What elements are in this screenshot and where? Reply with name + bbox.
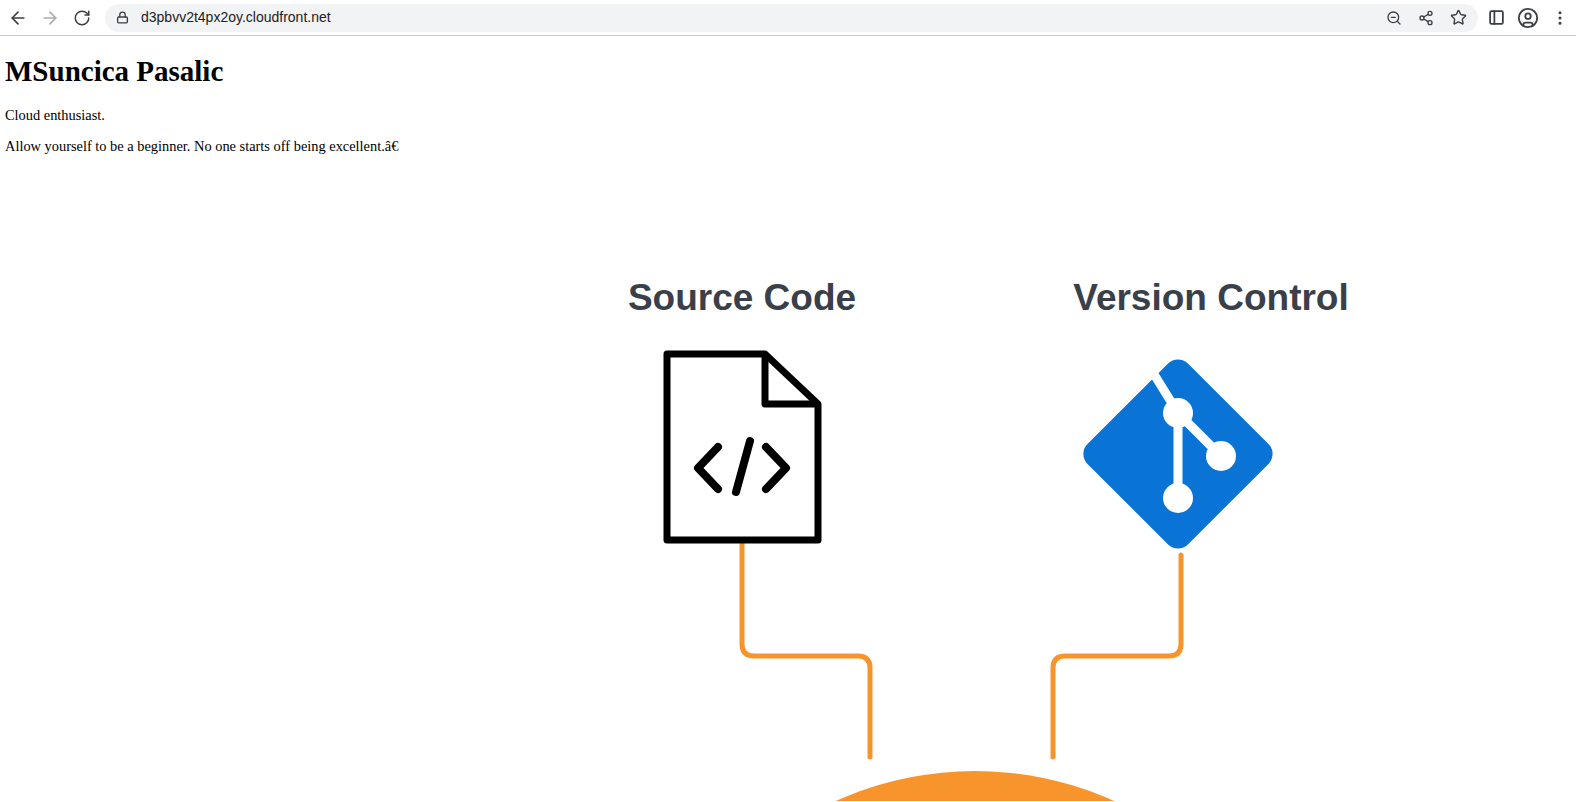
reload-icon: [73, 9, 91, 27]
menu-icon: [1551, 9, 1569, 27]
address-bar[interactable]: d3pbvv2t4px2oy.cloudfront.net: [105, 4, 1478, 32]
page-heading: MSuncica Pasalic: [5, 55, 1571, 88]
share-icon: [1418, 10, 1434, 26]
browser-toolbar: d3pbvv2t4px2oy.cloudfront.net: [0, 0, 1576, 36]
forward-button[interactable]: [34, 2, 66, 34]
zoom-out-icon: [1386, 10, 1402, 26]
git-logo-icon: [1078, 354, 1279, 555]
menu-button[interactable]: [1544, 2, 1576, 34]
page-content: MSuncica Pasalic Cloud enthusiast. Allow y…: [0, 36, 1576, 802]
arrow-right-icon: [40, 8, 60, 28]
side-panel-button[interactable]: [1480, 2, 1512, 34]
zoom-button[interactable]: [1378, 2, 1410, 34]
page-paragraph: Cloud enthusiast.: [5, 107, 1571, 124]
pipeline-diagram: Source Code Version Control: [0, 169, 1571, 802]
diagram-label: Version Control: [1073, 275, 1348, 321]
bookmark-button[interactable]: [1442, 2, 1474, 34]
diagram-label: Source Code: [628, 275, 856, 321]
browser-window: d3pbvv2t4px2oy.cloudfront.net MSuncica Pa…: [0, 0, 1576, 802]
side-panel-icon: [1488, 9, 1505, 26]
arrow-left-icon: [8, 8, 28, 28]
lock-icon: [116, 11, 129, 24]
diagram-drawing: [0, 169, 1576, 801]
share-button[interactable]: [1410, 2, 1442, 34]
profile-button[interactable]: [1512, 2, 1544, 34]
reload-button[interactable]: [66, 2, 98, 34]
source-file-icon: [667, 354, 818, 540]
profile-icon: [1517, 7, 1539, 29]
page-paragraph: Allow yourself to be a beginner. No one …: [5, 138, 1571, 155]
back-button[interactable]: [2, 2, 34, 34]
star-icon: [1450, 9, 1467, 26]
url-text: d3pbvv2t4px2oy.cloudfront.net: [141, 7, 1378, 28]
